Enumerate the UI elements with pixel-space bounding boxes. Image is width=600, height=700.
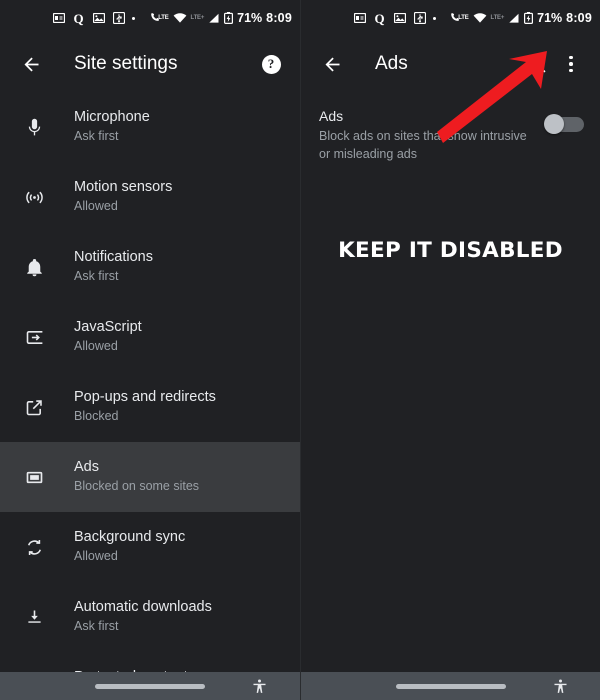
row-title: Ads <box>74 459 99 476</box>
row-text: Ads Blocked on some sites <box>74 458 199 496</box>
popups-redirects-icon <box>16 397 52 418</box>
home-gesture-pill[interactable] <box>95 683 205 689</box>
row-title: Motion sensors <box>74 179 173 196</box>
ads-preference-description: Block ads on sites that show intrusive o… <box>319 129 527 161</box>
row-status: Ask first <box>74 619 119 634</box>
overflow-dots <box>569 55 573 73</box>
sidebar-item-automatic-downloads[interactable]: Automatic downloads Ask first <box>0 582 300 652</box>
overflow-menu-icon[interactable] <box>554 47 588 81</box>
row-status: Ask first <box>74 269 119 284</box>
accessibility-icon[interactable] <box>552 678 569 695</box>
page-title: Ads <box>375 53 408 74</box>
signal-bars-icon <box>208 12 220 25</box>
ads-toggle[interactable] <box>544 114 584 134</box>
row-status: Blocked on some sites <box>74 479 200 494</box>
help-icon[interactable]: ? <box>254 47 288 81</box>
dot-icon <box>433 16 436 20</box>
ads-preference-row[interactable]: Ads Block ads on sites that show intrusi… <box>301 92 600 163</box>
row-title: Pop-ups and redirects <box>74 389 216 406</box>
clock-label: 8:09 <box>566 11 592 25</box>
motion-sensors-icon <box>16 187 52 208</box>
lte-label: LTE <box>458 15 469 21</box>
row-status: Allowed <box>74 199 118 214</box>
usb-icon <box>413 12 426 25</box>
usb-icon <box>112 12 125 25</box>
left-screen-site-settings: Q LTE LTE+ 71% 8:09 Site settings ? Micr… <box>0 0 300 700</box>
sim-card-icon <box>52 12 65 25</box>
ads-icon <box>16 467 52 488</box>
row-text: Background sync Allowed <box>74 528 185 566</box>
row-title: Microphone <box>74 109 150 126</box>
status-bar-left: Q LTE LTE+ 71% 8:09 <box>0 0 300 36</box>
row-text: Motion sensors Allowed <box>74 178 172 216</box>
back-arrow-icon[interactable] <box>14 47 48 81</box>
notifications-bell-icon <box>16 257 52 278</box>
sidebar-item-popups-and-redirects[interactable]: Pop-ups and redirects Blocked <box>0 372 300 442</box>
lte-label: LTE <box>158 15 169 21</box>
status-bar-right: Q LTE LTE+ 71% 8:09 <box>301 0 600 36</box>
battery-icon <box>224 12 234 25</box>
row-status: Ask first <box>74 129 119 144</box>
sidebar-item-ads[interactable]: Ads Blocked on some sites <box>0 442 300 512</box>
battery-icon <box>524 12 534 25</box>
row-title: JavaScript <box>74 319 142 336</box>
row-status: Allowed <box>74 549 118 564</box>
sidebar-item-microphone[interactable]: Microphone Ask first <box>0 92 300 162</box>
row-text: Pop-ups and redirects Blocked <box>74 388 216 426</box>
system-navigation-bar-right <box>301 672 600 700</box>
sidebar-item-background-sync[interactable]: Background sync Allowed <box>0 512 300 582</box>
status-bar-notification-icons: Q <box>52 12 135 25</box>
back-arrow-icon[interactable] <box>315 47 349 81</box>
app-bar-ads: Ads <box>301 36 600 92</box>
row-status: Blocked <box>74 409 119 424</box>
sidebar-item-javascript[interactable]: JavaScript Allowed <box>0 302 300 372</box>
background-sync-icon <box>16 537 52 558</box>
page-title: Site settings <box>74 53 178 74</box>
home-gesture-pill[interactable] <box>396 683 506 689</box>
search-icon[interactable] <box>520 47 554 81</box>
ads-preference-title: Ads <box>319 108 344 124</box>
battery-percent-label: 71% <box>537 11 563 25</box>
site-settings-list: Microphone Ask first Motion sensors Allo… <box>0 92 300 700</box>
quora-icon: Q <box>73 10 84 26</box>
system-navigation-bar-left <box>0 672 300 700</box>
lte-plus-label: LTE+ <box>190 15 205 21</box>
row-status: Allowed <box>74 339 118 354</box>
sidebar-item-motion-sensors[interactable]: Motion sensors Allowed <box>0 162 300 232</box>
status-bar-system-icons: LTE LTE+ 71% 8:09 <box>450 11 592 25</box>
right-screen-ads-detail: Q LTE LTE+ 71% 8:09 Ads Ads Block ads on… <box>300 0 600 700</box>
row-title: Notifications <box>74 249 153 266</box>
sidebar-item-notifications[interactable]: Notifications Ask first <box>0 232 300 302</box>
photo-icon <box>92 12 105 25</box>
ads-preference-text: Ads Block ads on sites that show intrusi… <box>319 106 544 163</box>
row-text: Microphone Ask first <box>74 108 150 146</box>
status-bar-system-icons: LTE LTE+ 71% 8:09 <box>150 11 292 25</box>
toggle-knob <box>544 114 564 134</box>
phone-screenshot-pair: Q LTE LTE+ 71% 8:09 Site settings ? Micr… <box>0 0 600 700</box>
annotation-label: KEEP IT DISABLED <box>338 238 563 263</box>
sim-card-icon <box>353 12 366 25</box>
row-title: Background sync <box>74 529 186 546</box>
dot-icon <box>132 16 135 20</box>
wifi-icon <box>173 12 187 25</box>
signal-bars-icon <box>508 12 520 25</box>
row-text: Automatic downloads Ask first <box>74 598 212 636</box>
row-text: Notifications Ask first <box>74 248 153 286</box>
app-bar-site-settings: Site settings ? <box>0 36 300 92</box>
row-title: Automatic downloads <box>74 599 212 616</box>
microphone-icon <box>16 117 52 138</box>
wifi-icon <box>473 12 487 25</box>
help-question-mark: ? <box>261 54 281 74</box>
lte-plus-label: LTE+ <box>490 15 505 21</box>
accessibility-icon[interactable] <box>251 678 268 695</box>
status-bar-notification-icons: Q <box>353 12 436 25</box>
javascript-icon <box>16 327 52 348</box>
clock-label: 8:09 <box>266 11 292 25</box>
battery-percent-label: 71% <box>237 11 263 25</box>
row-text: JavaScript Allowed <box>74 318 142 356</box>
quora-icon: Q <box>374 10 385 26</box>
automatic-downloads-icon <box>16 607 52 628</box>
photo-icon <box>393 12 406 25</box>
